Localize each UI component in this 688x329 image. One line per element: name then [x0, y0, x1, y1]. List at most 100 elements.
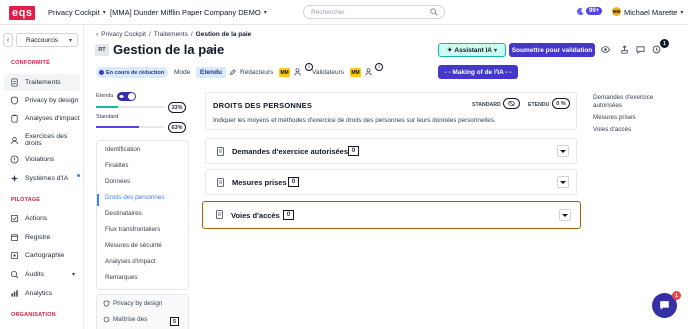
back-arrow-icon[interactable]: ‹ — [96, 31, 98, 38]
document-icon — [11, 78, 18, 87]
accordion-demandes[interactable]: Demandes d'exercice autorisées 0 — [205, 138, 577, 164]
sidebar-item-audits[interactable]: Audits ▾ — [4, 266, 80, 283]
section-link[interactable]: Mesures de sécurité — [105, 242, 162, 249]
mode-toggle[interactable] — [117, 92, 136, 101]
expand-button[interactable] — [557, 145, 569, 157]
avatar[interactable]: MM — [279, 68, 290, 77]
export-icon[interactable] — [620, 45, 629, 54]
sidebar-item-systemes-ia[interactable]: Systèmes d'IA — [4, 170, 80, 187]
add-user-icon[interactable] — [365, 68, 372, 76]
chevron-down-icon: ▾ — [68, 38, 72, 44]
droits-section-header: DROITS DES PERSONNES STANDARD ETENDU 0 %… — [205, 92, 577, 130]
sidebar-item-analytics[interactable]: Analytics — [4, 285, 80, 302]
redacteurs-label: Rédacteurs — [240, 69, 274, 76]
standard-label: Standard — [96, 114, 119, 120]
add-user-icon[interactable] — [294, 68, 301, 76]
chevron-down-icon: ▾ — [680, 10, 684, 16]
toc-link[interactable]: Mesures prises — [593, 114, 673, 122]
count-badge: 0 — [348, 146, 359, 156]
ai-sparkle-icon — [10, 174, 19, 183]
caret-down-icon — [562, 213, 568, 217]
section-link[interactable]: Finalités — [105, 162, 128, 169]
edit-icon[interactable] — [229, 69, 236, 76]
moon-icon[interactable] — [576, 7, 585, 16]
active-indicator — [97, 194, 99, 206]
table-of-contents: Demandes d'exercice autorisées Mesures p… — [593, 94, 673, 138]
section-link-active[interactable]: Droits des personnes — [105, 194, 165, 201]
avatar[interactable]: MM — [612, 7, 621, 16]
count-badge: 0 — [288, 177, 299, 187]
making-of-ia-button[interactable]: - - Making of de l'IA - - — [438, 65, 518, 79]
document-icon — [217, 178, 224, 187]
privacy-by-design-link[interactable]: Privacy by design — [103, 300, 162, 307]
sidebar-item-violations[interactable]: Violations — [4, 151, 80, 168]
history-icon[interactable] — [652, 45, 661, 54]
chevron-down-icon: ▾ — [72, 272, 76, 278]
standard-toggle[interactable] — [503, 98, 520, 109]
toc-link[interactable]: Voies d'accès — [593, 126, 673, 134]
section-link[interactable]: Données — [105, 178, 130, 185]
section-link[interactable]: Destinataires — [105, 210, 142, 217]
mode-label: Mode — [174, 69, 191, 76]
sidebar-item-analyses-impact[interactable]: Analyses d'impact — [4, 110, 80, 127]
sidebar-section-title: PILOTAGE — [11, 197, 41, 203]
expand-button[interactable] — [559, 209, 571, 221]
accordion-mesures[interactable]: Mesures prises 0 — [205, 169, 577, 195]
activity-count-badge: 1 — [660, 39, 669, 48]
search-input[interactable]: Rechercher — [303, 5, 445, 19]
expand-button[interactable] — [557, 176, 569, 188]
search-icon — [430, 8, 438, 16]
collapse-sidebar-button[interactable]: ‹ — [3, 33, 13, 47]
standard-percent: 63% — [168, 122, 186, 133]
product-switcher[interactable]: Privacy Cockpit ▾ — [48, 8, 106, 17]
ai-assistant-button[interactable]: ✦ Assistant IA ▾ — [438, 43, 506, 57]
company-switcher[interactable]: [MMA] Dunder Mifflin Paper Company DEMO … — [110, 8, 267, 17]
eye-icon[interactable] — [601, 45, 610, 54]
sidebar-item-actions[interactable]: Actions — [4, 210, 80, 227]
sidebar-item-registre[interactable]: Registre — [4, 229, 80, 246]
eqs-logo[interactable]: eqs — [9, 6, 36, 20]
shield-icon — [103, 300, 110, 307]
section-link[interactable]: Identification — [105, 146, 140, 153]
ai-sparkle-icon: ✦ — [446, 47, 453, 54]
accordion-title: Mesures prises — [232, 178, 287, 187]
notifications-badge[interactable]: 99+ — [586, 7, 603, 15]
caret-down-icon — [560, 180, 566, 184]
validateurs-label: Validateurs — [312, 69, 345, 76]
toc-link[interactable]: Demandes d'exercice autorisées — [593, 94, 673, 110]
section-link[interactable]: Flux transfrontaliers — [105, 226, 160, 233]
new-indicator-dot — [77, 174, 80, 177]
eye-off-icon — [508, 100, 515, 107]
shortcuts-select[interactable]: Raccourcis ▾ — [16, 33, 78, 47]
sidebar-item-privacy-by-design[interactable]: Privacy by design — [4, 92, 80, 109]
accordion-title: Voies d'accès — [231, 211, 280, 220]
edit-icon[interactable] — [208, 47, 215, 54]
breadcrumb-item[interactable]: Privacy Cockpit — [101, 31, 146, 38]
top-bar: eqs Privacy Cockpit ▾ [MMA] Dunder Miffl… — [0, 0, 688, 25]
breadcrumb-item[interactable]: Traitements — [154, 31, 188, 38]
count-badge: 0 — [283, 210, 294, 220]
etendu-percent: 33% — [168, 102, 186, 113]
sidebar-item-traitements[interactable]: Traitements — [4, 74, 80, 91]
accordion-voies-acces[interactable]: Voies d'accès 0 — [202, 201, 581, 229]
submit-validation-button[interactable]: Soumettre pour validation — [509, 43, 595, 57]
etendu-percent: 0 % — [552, 98, 570, 109]
comment-icon[interactable] — [636, 45, 645, 54]
sidebar-item-exercices-droits[interactable]: Exercices des droits — [4, 130, 80, 150]
audit-icon — [10, 270, 19, 279]
map-icon — [10, 251, 19, 260]
info-icon[interactable]: i — [375, 63, 383, 71]
status-dot-icon — [99, 70, 104, 75]
document-icon — [216, 210, 223, 219]
sidebar-item-cartographie[interactable]: Cartographie — [4, 247, 80, 264]
progress-fill — [96, 126, 139, 128]
avatar[interactable]: MM — [350, 68, 361, 77]
accordion-title: Demandes d'exercice autorisées — [232, 147, 349, 156]
mode-value[interactable]: Etendu — [196, 67, 227, 78]
shield-icon — [10, 96, 19, 105]
circle-icon — [103, 316, 110, 323]
maitrise-link[interactable]: Maîtrise des — [103, 316, 147, 323]
user-menu[interactable]: Michael Marette ▾ — [624, 8, 683, 17]
section-link[interactable]: Analyses d'impact — [105, 258, 156, 265]
section-link[interactable]: Remarques — [105, 274, 138, 281]
